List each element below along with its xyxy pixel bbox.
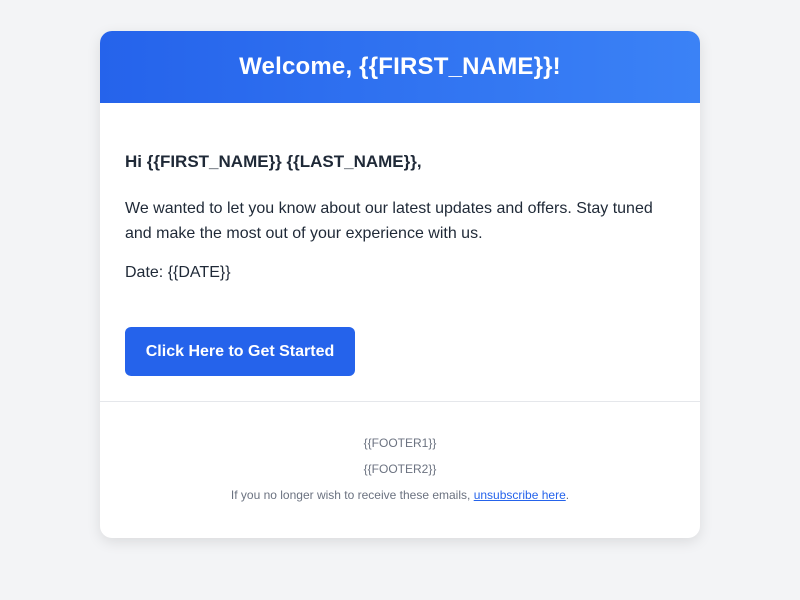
- unsubscribe-link[interactable]: unsubscribe here: [474, 488, 566, 502]
- email-header: Welcome, {{FIRST_NAME}}!: [100, 31, 700, 103]
- greeting: Hi {{FIRST_NAME}} {{LAST_NAME}},: [125, 152, 422, 171]
- unsubscribe-prefix: If you no longer wish to receive these e…: [230, 488, 474, 502]
- date-line: Date: {{DATE}}: [125, 264, 231, 281]
- email-content: Hi {{FIRST_NAME}} {{LAST_NAME}}, We want…: [100, 103, 700, 376]
- email-footer: {{FOOTER1}} {{FOOTER2}} If you no longer…: [100, 402, 700, 502]
- header-title: Welcome, {{FIRST_NAME}}!: [239, 53, 561, 80]
- unsubscribe-notice: If you no longer wish to receive these e…: [100, 488, 700, 502]
- footer-line-1: {{FOOTER1}}: [363, 436, 437, 450]
- email-card: Welcome, {{FIRST_NAME}}! Hi {{FIRST_NAME…: [100, 31, 700, 538]
- unsubscribe-suffix: .: [565, 488, 570, 502]
- footer-line-2: {{FOOTER2}}: [363, 462, 437, 476]
- get-started-button[interactable]: Click Here to Get Started: [125, 327, 355, 376]
- message-body: We wanted to let you know about our late…: [125, 200, 653, 242]
